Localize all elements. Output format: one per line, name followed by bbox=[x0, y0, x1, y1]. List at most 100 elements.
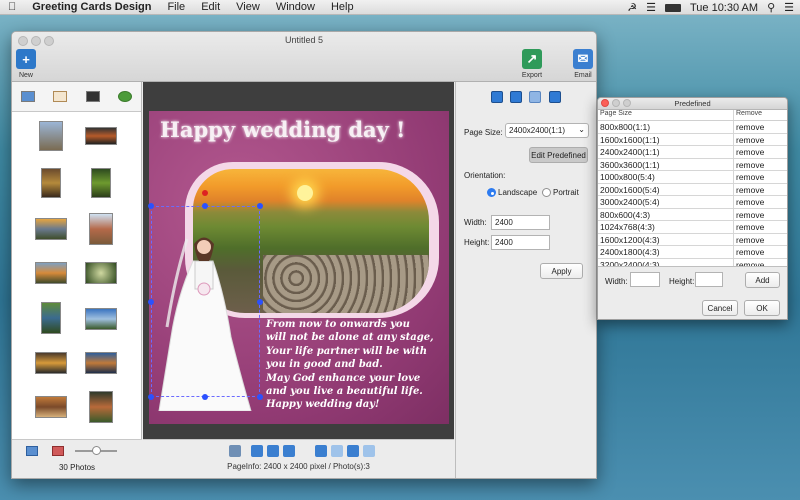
photo-thumbnail[interactable] bbox=[89, 391, 113, 423]
menu-view[interactable]: View bbox=[228, 0, 268, 15]
bring-front-icon[interactable] bbox=[315, 445, 327, 457]
add-button[interactable]: Add bbox=[745, 272, 780, 288]
close-button[interactable] bbox=[601, 99, 609, 107]
layers-tab-icon[interactable] bbox=[549, 91, 561, 103]
photo-thumbnail[interactable] bbox=[85, 352, 117, 374]
new-width-field[interactable] bbox=[630, 272, 660, 287]
height-field[interactable]: 2400 bbox=[491, 235, 550, 250]
menu-list-icon[interactable]: ☰ bbox=[784, 1, 794, 14]
table-row[interactable]: 2000x1600(5:4) remove bbox=[598, 183, 787, 196]
rotate-left-icon[interactable] bbox=[251, 445, 263, 457]
bring-forward-icon[interactable] bbox=[331, 445, 343, 457]
status-app-icon[interactable]: ☭ bbox=[627, 1, 637, 14]
trash-icon[interactable] bbox=[229, 445, 241, 457]
photo-thumbnail[interactable] bbox=[39, 121, 63, 151]
photo-thumbnail[interactable] bbox=[41, 302, 61, 334]
resize-handle[interactable] bbox=[257, 394, 263, 400]
clipart-tab-icon[interactable] bbox=[117, 91, 132, 102]
battery-icon[interactable] bbox=[664, 3, 681, 12]
remove-link[interactable]: remove bbox=[734, 171, 764, 183]
remove-link[interactable]: remove bbox=[734, 234, 764, 246]
email-button[interactable]: ✉ Email bbox=[563, 49, 596, 79]
table-row[interactable]: 3200x2400(4:3) remove bbox=[598, 258, 787, 266]
rotate-right-icon[interactable] bbox=[283, 445, 295, 457]
resize-handle[interactable] bbox=[148, 394, 154, 400]
send-backward-icon[interactable] bbox=[347, 445, 359, 457]
photo-thumbnail[interactable] bbox=[35, 396, 67, 418]
remove-link[interactable]: remove bbox=[734, 159, 764, 171]
width-field[interactable]: 2400 bbox=[491, 215, 550, 230]
table-row[interactable]: 3600x3600(1:1) remove bbox=[598, 158, 787, 171]
remove-link[interactable]: remove bbox=[734, 121, 764, 133]
ok-button[interactable]: OK bbox=[744, 300, 780, 316]
apply-button[interactable]: Apply bbox=[540, 263, 583, 279]
table-row[interactable]: 1600x1600(1:1) remove bbox=[598, 133, 787, 146]
resize-handle[interactable] bbox=[148, 299, 154, 305]
remove-link[interactable]: remove bbox=[734, 196, 764, 208]
remove-link[interactable]: remove bbox=[734, 246, 764, 258]
remove-link[interactable]: remove bbox=[734, 209, 764, 221]
table-row[interactable]: 2400x2400(1:1) remove bbox=[598, 146, 787, 159]
page-size-select[interactable]: 2400x2400(1:1) ⌄ bbox=[505, 123, 589, 138]
selection-box[interactable] bbox=[151, 206, 260, 397]
remove-link[interactable]: remove bbox=[734, 134, 764, 146]
card-title[interactable]: Happy wedding day ! bbox=[160, 117, 405, 142]
flip-icon[interactable] bbox=[267, 445, 279, 457]
design-canvas[interactable]: Happy wedding day ! From now to onwards … bbox=[143, 82, 454, 439]
photo-thumbnail[interactable] bbox=[35, 352, 67, 374]
shapes-tab-icon[interactable] bbox=[85, 91, 100, 102]
photo-thumbnail[interactable] bbox=[89, 213, 113, 245]
column-header-page-size[interactable]: Page Size bbox=[598, 110, 734, 120]
table-row[interactable]: 2400x1800(4:3) remove bbox=[598, 246, 787, 259]
landscape-radio[interactable] bbox=[487, 188, 496, 197]
cancel-button[interactable]: Cancel bbox=[702, 300, 738, 316]
background-tab-icon[interactable] bbox=[529, 91, 541, 103]
table-row[interactable]: 1024x768(4:3) remove bbox=[598, 221, 787, 234]
menu-edit[interactable]: Edit bbox=[193, 0, 228, 15]
search-icon[interactable]: ⚲ bbox=[767, 1, 775, 14]
photo-thumbnail[interactable] bbox=[85, 262, 117, 284]
photo-thumbnail[interactable] bbox=[91, 168, 111, 198]
photo-thumbnail[interactable] bbox=[41, 168, 61, 198]
resize-handle[interactable] bbox=[257, 203, 263, 209]
table-row[interactable]: 800x600(4:3) remove bbox=[598, 208, 787, 221]
new-button[interactable]: + New bbox=[12, 49, 46, 79]
menu-file[interactable]: File bbox=[159, 0, 193, 15]
remove-link[interactable]: remove bbox=[734, 184, 764, 196]
resize-handle[interactable] bbox=[148, 203, 154, 209]
photo-thumbnail[interactable] bbox=[85, 308, 117, 330]
table-row[interactable]: 1600x1200(4:3) remove bbox=[598, 233, 787, 246]
photo-thumbnail[interactable] bbox=[35, 218, 67, 240]
export-button[interactable]: ↗ Export bbox=[512, 49, 552, 79]
frames-tab-icon[interactable] bbox=[53, 91, 68, 102]
table-row[interactable]: 3000x2400(5:4) remove bbox=[598, 196, 787, 209]
portrait-radio[interactable] bbox=[542, 188, 551, 197]
clock[interactable]: Tue 10:30 AM bbox=[690, 2, 758, 14]
column-header-remove[interactable]: Remove bbox=[734, 110, 762, 120]
remove-photo-icon[interactable] bbox=[52, 446, 64, 456]
page-size-table[interactable]: Page Size Remove 800x800(1:1) remove 1600… bbox=[598, 110, 787, 267]
edit-predefined-button[interactable]: Edit Predefined bbox=[529, 147, 588, 163]
new-height-field[interactable] bbox=[695, 272, 723, 287]
text-tab-icon[interactable] bbox=[510, 91, 522, 103]
resize-handle[interactable] bbox=[202, 203, 208, 209]
rotate-handle[interactable] bbox=[202, 190, 208, 196]
add-photo-icon[interactable] bbox=[26, 446, 38, 456]
page-tab-icon[interactable] bbox=[491, 91, 503, 103]
wifi-icon[interactable]: ☰ bbox=[646, 1, 656, 14]
minimize-button[interactable] bbox=[612, 99, 620, 107]
menu-help[interactable]: Help bbox=[323, 0, 362, 15]
remove-link[interactable]: remove bbox=[734, 146, 764, 158]
resize-handle[interactable] bbox=[202, 394, 208, 400]
card-message[interactable]: From now to onwards you will not be alon… bbox=[266, 318, 446, 412]
greeting-card[interactable]: Happy wedding day ! From now to onwards … bbox=[148, 111, 449, 424]
menu-app-name[interactable]: Greeting Cards Design bbox=[24, 0, 159, 15]
photos-tab-icon[interactable] bbox=[21, 91, 36, 102]
remove-link[interactable]: remove bbox=[734, 221, 764, 233]
photo-thumbnail[interactable] bbox=[85, 127, 117, 145]
table-row[interactable]: 800x800(1:1) remove bbox=[598, 121, 787, 134]
slider-knob[interactable] bbox=[92, 446, 101, 455]
send-back-icon[interactable] bbox=[363, 445, 375, 457]
menu-window[interactable]: Window bbox=[268, 0, 323, 15]
resize-handle[interactable] bbox=[257, 299, 263, 305]
